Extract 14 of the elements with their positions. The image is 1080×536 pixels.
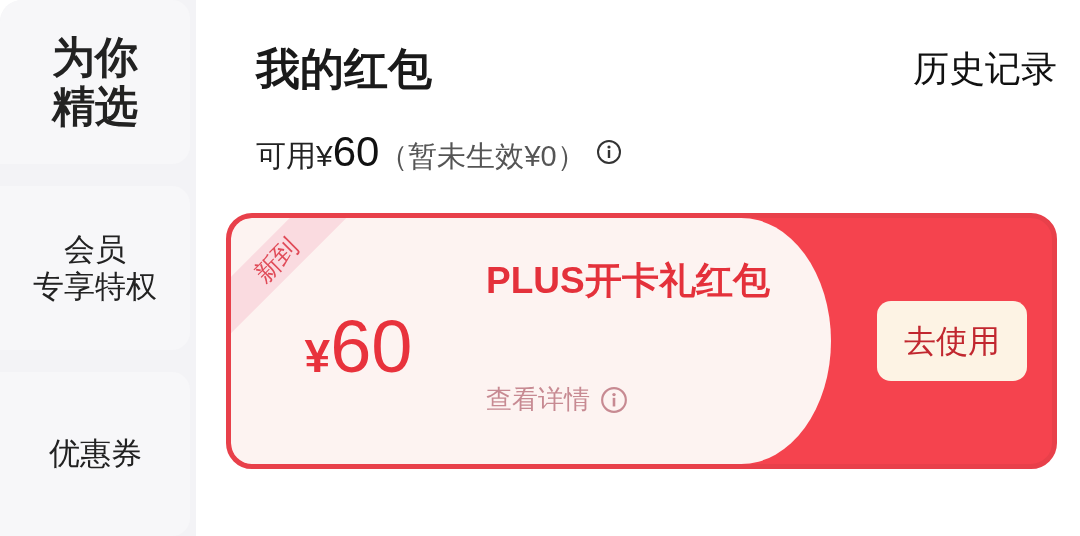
currency-symbol: ¥ xyxy=(304,329,331,384)
pending-amount: （暂未生效¥0） xyxy=(379,139,586,174)
sidebar-tab[interactable]: 优惠券 xyxy=(0,372,190,536)
sidebar-tab[interactable]: 会员 专享特权 xyxy=(0,186,190,350)
use-button[interactable]: 去使用 xyxy=(876,301,1027,381)
info-icon xyxy=(600,385,628,414)
sidebar-tab[interactable]: 为你 精选 xyxy=(0,0,190,164)
balance-amount: 60 xyxy=(332,127,380,177)
balance-label: 可用¥ xyxy=(256,139,333,174)
page-title: 我的红包 xyxy=(256,43,432,95)
info-icon[interactable] xyxy=(595,138,622,165)
history-link[interactable]: 历史记录 xyxy=(913,42,1057,96)
coupon-amount: 60 xyxy=(330,303,413,390)
coupon-title: PLUS开卡礼红包 xyxy=(486,258,770,303)
